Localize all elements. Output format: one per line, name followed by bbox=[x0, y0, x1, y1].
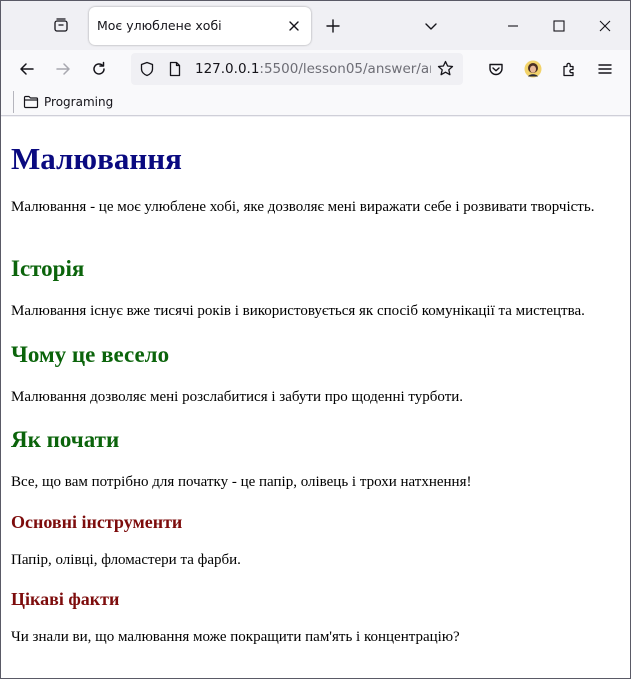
back-icon bbox=[19, 61, 35, 77]
account-button[interactable] bbox=[518, 54, 548, 84]
section-text-why-fun: Малювання дозволяє мені розслабитися і з… bbox=[11, 389, 464, 405]
maximize-icon bbox=[553, 20, 565, 32]
bookmark-folder-programing[interactable]: Programing bbox=[23, 92, 113, 112]
star-icon[interactable] bbox=[437, 60, 454, 77]
forward-icon bbox=[55, 61, 71, 77]
extensions-button[interactable] bbox=[554, 54, 584, 84]
subsection-heading-facts: Цікаві факти bbox=[11, 589, 120, 609]
section-heading-history: Історія bbox=[11, 256, 85, 281]
url-host: 127.0.0.1 bbox=[195, 61, 260, 77]
browser-window: Моє улюблене хобі 127.0.0.1:5500/lesson0… bbox=[0, 0, 631, 679]
section-heading-why-fun: Чому це весело bbox=[11, 342, 170, 367]
app-menu-button[interactable] bbox=[590, 54, 620, 84]
tab-list-icon bbox=[53, 17, 69, 33]
forward-button[interactable] bbox=[48, 54, 78, 84]
page-title: Малювання bbox=[11, 141, 182, 176]
url-text[interactable]: 127.0.0.1:5500/lesson05/answer/answer.ht… bbox=[195, 61, 431, 77]
pocket-button[interactable] bbox=[481, 54, 511, 84]
tab-active[interactable]: Моє улюблене хобі bbox=[89, 7, 311, 45]
new-tab-button[interactable] bbox=[319, 12, 347, 40]
section-text-history: Малювання існує вже тисячі років і викор… bbox=[11, 303, 585, 319]
minimize-icon bbox=[507, 20, 519, 32]
folder-icon bbox=[23, 95, 39, 109]
close-icon[interactable] bbox=[285, 17, 303, 35]
subsection-heading-tools: Основні інструменти bbox=[11, 512, 183, 532]
tab-list-button[interactable] bbox=[47, 11, 75, 39]
maximize-button[interactable] bbox=[544, 11, 574, 41]
plus-icon bbox=[325, 18, 341, 34]
bookmarks-separator bbox=[13, 91, 14, 113]
close-icon bbox=[599, 20, 611, 32]
intro-paragraph: Малювання - це моє улюблене хобі, яке до… bbox=[11, 199, 595, 215]
reload-icon bbox=[91, 61, 107, 77]
close-window-button[interactable] bbox=[590, 11, 620, 41]
chevron-down-icon bbox=[424, 19, 438, 33]
subsection-text-tools: Папір, олівці, фломастери та фарби. bbox=[11, 552, 241, 568]
avatar bbox=[524, 60, 542, 78]
subsection-text-facts: Чи знали ви, що малювання може покращити… bbox=[11, 629, 460, 645]
reload-button[interactable] bbox=[84, 54, 114, 84]
url-bar[interactable]: 127.0.0.1:5500/lesson05/answer/answer.ht… bbox=[131, 53, 463, 85]
section-text-how-to-start: Все, що вам потрібно для початку - це па… bbox=[11, 474, 472, 490]
navigation-toolbar: 127.0.0.1:5500/lesson05/answer/answer.ht… bbox=[1, 50, 630, 88]
back-button[interactable] bbox=[12, 54, 42, 84]
tab-strip: Моє улюблене хобі bbox=[1, 1, 630, 50]
list-all-tabs-button[interactable] bbox=[417, 12, 445, 40]
bookmark-folder-label: Programing bbox=[44, 95, 114, 109]
section-heading-how-to-start: Як почати bbox=[11, 427, 120, 452]
pocket-icon bbox=[488, 61, 504, 77]
shield-icon[interactable] bbox=[139, 61, 155, 77]
page-icon[interactable] bbox=[167, 61, 183, 77]
page-content: Малювання Малювання - це моє улюблене хо… bbox=[1, 117, 630, 678]
minimize-button[interactable] bbox=[498, 11, 528, 41]
bookmarks-toolbar: Programing bbox=[1, 88, 630, 116]
extensions-icon bbox=[561, 61, 577, 77]
tab-title: Моє улюблене хобі bbox=[97, 18, 222, 33]
url-path: :5500/lesson05/answer/answer.html bbox=[259, 61, 431, 77]
menu-icon bbox=[597, 61, 613, 77]
